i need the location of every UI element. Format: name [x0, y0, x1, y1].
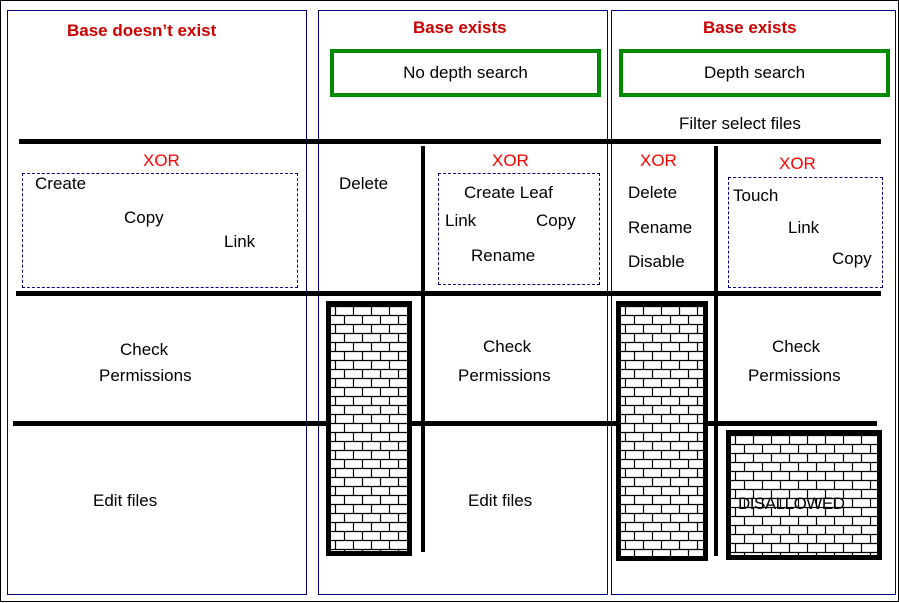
op-touch: Touch — [733, 186, 779, 205]
brick-wall-col3 — [616, 301, 708, 561]
check-label-col1: Check — [120, 340, 169, 359]
op-delete-col2: Delete — [339, 174, 389, 193]
op-copy: Copy — [124, 208, 164, 227]
op-link-col2: Link — [445, 211, 477, 230]
divider-vertical-col2 — [421, 146, 425, 552]
no-depth-search-box: No depth search — [330, 49, 601, 97]
op-copy-col2: Copy — [536, 211, 576, 230]
disallowed-label: DISALLOWED — [738, 494, 845, 513]
permissions-label-col1: Permissions — [99, 366, 192, 385]
xor-label-col2: XOR — [492, 151, 529, 170]
edit-files-col2: Edit files — [468, 491, 533, 510]
op-rename-col2: Rename — [471, 246, 536, 265]
permissions-label-col3: Permissions — [748, 366, 841, 385]
separator-line-top — [19, 139, 881, 144]
check-label-col2: Check — [483, 337, 532, 356]
check-label-col3: Check — [772, 337, 821, 356]
depth-search-label: Depth search — [703, 63, 806, 82]
brick-pattern — [331, 306, 407, 551]
heading-base-exists-1: Base exists — [413, 18, 507, 37]
op-delete-col3: Delete — [628, 183, 678, 202]
depth-search-box: Depth search — [619, 49, 890, 97]
permissions-label-col2: Permissions — [458, 366, 551, 385]
op-create: Create — [35, 174, 87, 193]
xor-label-col3-right: XOR — [779, 154, 816, 173]
edit-files-col1: Edit files — [93, 491, 158, 510]
op-link: Link — [224, 232, 256, 251]
brick-wall-col2 — [326, 301, 412, 556]
filter-select-files-label: Filter select files — [679, 114, 801, 133]
heading-base-exists-2: Base exists — [703, 18, 797, 37]
xor-label-col1: XOR — [143, 151, 180, 170]
no-depth-search-label: No depth search — [403, 63, 528, 82]
separator-line-bottom — [13, 421, 877, 426]
op-copy-col3: Copy — [832, 249, 872, 268]
separator-line-middle — [16, 291, 881, 296]
heading-base-doesnt-exist: Base doesn’t exist — [67, 21, 217, 40]
op-create-leaf: Create Leaf — [464, 183, 553, 202]
xor-label-col3-left: XOR — [640, 151, 677, 170]
op-rename-col3: Rename — [628, 218, 693, 237]
divider-vertical-col3 — [714, 146, 718, 556]
op-disable-col3: Disable — [628, 252, 685, 271]
op-link-col3: Link — [788, 218, 820, 237]
brick-pattern — [621, 306, 703, 556]
